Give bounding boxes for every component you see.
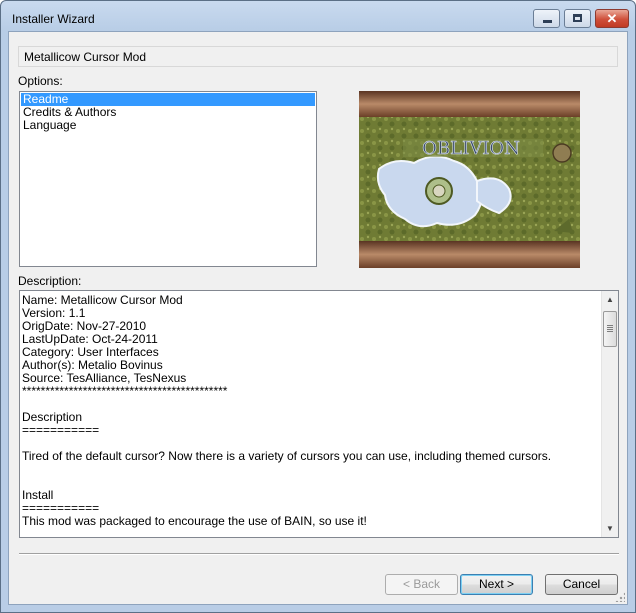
- description-label: Description:: [18, 274, 82, 288]
- description-textbox[interactable]: Name: Metallicow Cursor Mod Version: 1.1 O…: [19, 290, 619, 538]
- button-separator: [19, 553, 619, 555]
- description-scrollbar[interactable]: ▲ ▼: [601, 291, 618, 537]
- close-icon: ✕: [606, 11, 618, 26]
- description-line: This mod was packaged to encourage the u…: [22, 514, 367, 528]
- options-listbox[interactable]: Readme Credits & Authors Language: [19, 91, 317, 267]
- cancel-button[interactable]: Cancel: [545, 574, 618, 595]
- oblivion-map-image: OBLIVION: [359, 91, 580, 268]
- minimize-icon: [543, 20, 552, 23]
- description-line: ===========: [22, 423, 100, 437]
- maximize-icon: [573, 14, 582, 22]
- close-button[interactable]: ✕: [595, 9, 629, 28]
- description-line: Tired of the default cursor? Now there i…: [22, 449, 552, 463]
- back-button[interactable]: < Back: [385, 574, 458, 595]
- scroll-thumb[interactable]: [603, 311, 617, 347]
- description-line: [22, 398, 600, 411]
- scroll-up-icon[interactable]: ▲: [602, 291, 618, 308]
- description-line: ****************************************…: [22, 384, 228, 398]
- preview-image: OBLIVION: [359, 91, 580, 268]
- description-text: Name: Metallicow Cursor Mod Version: 1.1 O…: [22, 294, 600, 534]
- maximize-button[interactable]: [564, 9, 591, 28]
- next-button[interactable]: Next >: [460, 574, 533, 595]
- options-label: Options:: [18, 74, 63, 88]
- description-line: [22, 476, 600, 489]
- mod-name: Metallicow Cursor Mod: [24, 50, 147, 64]
- map-title: OBLIVION: [422, 138, 520, 159]
- description-line: Name: Metallicow Cursor Mod: [22, 294, 183, 307]
- description-line: Description: [22, 410, 83, 424]
- description-line: [22, 463, 600, 476]
- minimize-button[interactable]: [533, 9, 560, 28]
- description-line: Install: [22, 488, 54, 502]
- scroll-down-icon[interactable]: ▼: [602, 520, 618, 537]
- installer-window: Installer Wizard ✕ Metallicow Cursor Mod…: [0, 0, 636, 613]
- client-area: Metallicow Cursor Mod Options: Readme Cr…: [8, 31, 628, 605]
- window-title: Installer Wizard: [12, 12, 95, 26]
- mod-name-box: Metallicow Cursor Mod: [18, 46, 618, 67]
- option-language[interactable]: Language: [21, 119, 315, 132]
